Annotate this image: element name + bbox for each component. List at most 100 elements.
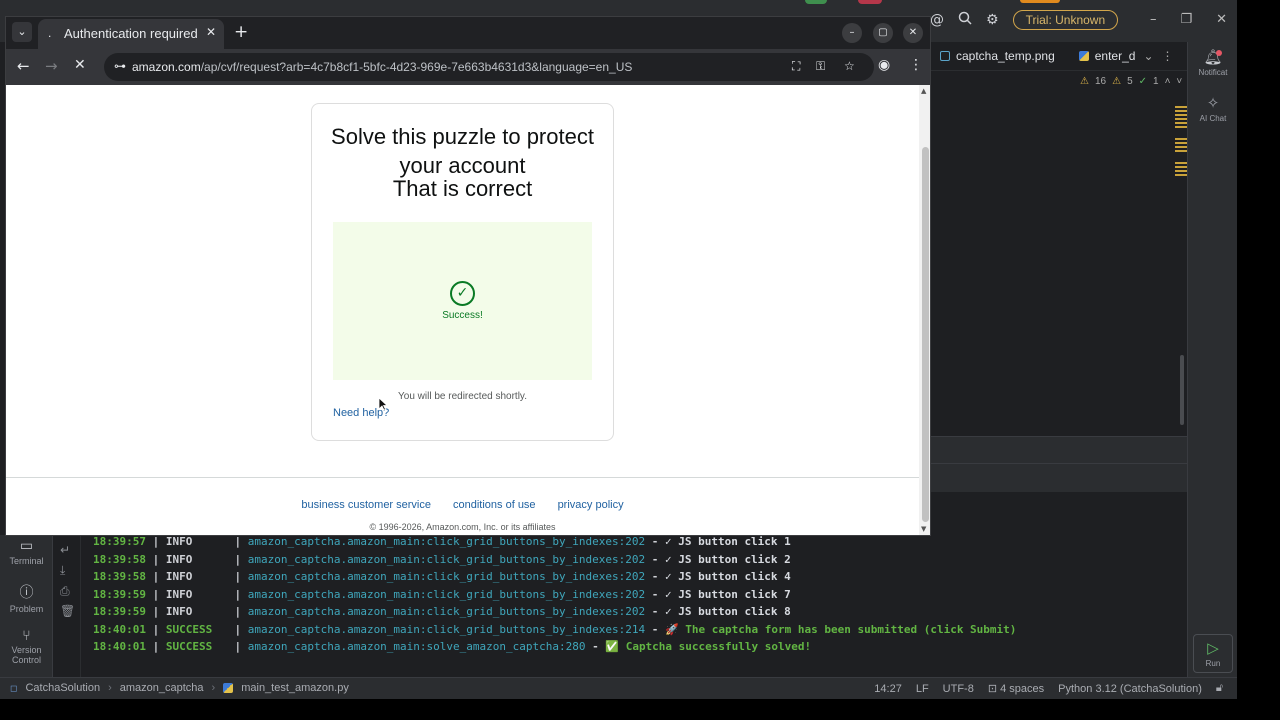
breadcrumb-file[interactable]: main_test_amazon.py [241, 682, 349, 694]
ide-top-indicator [1020, 0, 1060, 3]
terminal-label: Terminal [9, 556, 44, 566]
terminal-button[interactable]: ▭ Terminal [0, 537, 53, 566]
log-line: 18:39:58 | INFO | amazon_captcha.amazon_… [93, 570, 791, 583]
copyright: © 1996-2026, Amazon.com, Inc. or its aff… [369, 522, 556, 532]
editor-area[interactable] [930, 70, 1187, 435]
branch-icon: ⑂ [22, 627, 31, 643]
problems-label: Problem [9, 604, 44, 614]
trash-icon[interactable]: 🗑︎ [60, 604, 75, 618]
trial-badge[interactable]: Trial: Unknown [1012, 10, 1119, 30]
right-tool-bar: 🔔︎ Notificat ✧ AI Chat ▷ Run [1187, 42, 1237, 677]
translate-icon[interactable]: ⛶ [792, 59, 800, 74]
address-bar[interactable]: ⊶ amazon.com/ap/cvf/request?arb=4c7b8cf1… [104, 53, 874, 81]
browser-toolbar: ← → ✕ ⊶ amazon.com/ap/cvf/request?arb=4c… [6, 49, 930, 85]
log-line: 18:39:59 | INFO | amazon_captcha.amazon_… [93, 605, 791, 618]
tab-title: Authentication required [64, 26, 198, 41]
page-viewport[interactable]: Solve this puzzle to protect your accoun… [6, 85, 919, 535]
gear-icon[interactable]: ⚙ [986, 12, 999, 28]
indent-icon: ⊡ [987, 683, 1001, 695]
scrollbar-thumb[interactable] [922, 147, 929, 522]
tab-enter-d[interactable]: enter_d [1078, 49, 1135, 63]
more-icon[interactable]: ⋮ [1162, 49, 1174, 63]
bookmark-star-icon[interactable]: ☆ [844, 59, 855, 73]
file-encoding[interactable]: UTF-8 [943, 683, 974, 695]
close-tab-icon[interactable]: ✕ [206, 25, 216, 39]
ide-status-bar: ◻ CatchaSolution › amazon_captcha › main… [0, 677, 1237, 699]
lock-icon[interactable]: 🔓︎ [1216, 682, 1223, 695]
ai-chat-label: AI Chat [1199, 114, 1227, 123]
tabs-dropdown-icon[interactable]: ⌄ [1143, 49, 1153, 63]
back-button[interactable]: ← [17, 57, 30, 75]
line-separator[interactable]: LF [916, 683, 929, 695]
ide-maximize-button[interactable]: ❐ [1181, 12, 1193, 27]
plus-icon: + [234, 22, 249, 42]
notifications-button[interactable]: 🔔︎ Notificat [1188, 48, 1238, 77]
forward-button[interactable]: → [45, 57, 58, 75]
log-line: 18:39:58 | INFO | amazon_captcha.amazon_… [93, 552, 791, 566]
scroll-to-end-icon[interactable]: ⤓ [60, 563, 65, 578]
site-info-icon[interactable]: ⊶ [114, 59, 126, 73]
footer-links: business customer service conditions of … [6, 499, 919, 511]
notifications-label: Notificat [1198, 68, 1228, 77]
soft-wrap-icon[interactable]: ↵ [60, 543, 70, 557]
log-line: 18:40:01 | SUCCESS | amazon_captcha.amaz… [93, 622, 1017, 636]
success-panel: ✓ Success! [333, 222, 592, 380]
python-file-icon [223, 683, 234, 693]
weak-warning-icon: ⚠ [1112, 76, 1122, 87]
footer-link-conditions[interactable]: conditions of use [453, 499, 536, 511]
chevron-up-icon[interactable]: ˄ [1165, 76, 1171, 87]
interpreter[interactable]: Python 3.12 (CatchaSolution) [1058, 683, 1202, 695]
check-icon: ✓ [1138, 76, 1148, 87]
ide-minimize-button[interactable]: – [1150, 12, 1157, 27]
scroll-up-icon[interactable]: ▲ [921, 87, 926, 95]
new-tab-button[interactable]: + [234, 22, 248, 42]
footer-link-privacy[interactable]: privacy policy [558, 499, 624, 511]
log-line: 18:40:01 | SUCCESS | amazon_captcha.amaz… [93, 640, 812, 653]
inspection-widget[interactable]: ⚠ 16 ⚠ 5 ✓ 1 ˄ ˅ [1080, 76, 1182, 87]
footer-link-business[interactable]: business customer service [301, 499, 431, 511]
screen-border [0, 699, 1280, 720]
chevron-down-icon[interactable]: ˅ [1176, 76, 1182, 87]
browser-tab[interactable]: . Authentication required ✕ [38, 19, 224, 49]
editor-tabs: captcha_temp.png enter_d ⌄ ⋮ [930, 42, 1187, 70]
search-icon[interactable] [958, 11, 972, 29]
version-control-label: Version Control [11, 645, 42, 665]
url-host: amazon.com [132, 60, 201, 74]
tab-strip: ⌄ . Authentication required ✕ + – ▢ ✕ [6, 17, 930, 49]
version-control-button[interactable]: ⑂ Version Control [0, 627, 53, 665]
scroll-down-icon[interactable]: ▼ [921, 525, 926, 533]
run-button[interactable]: ▷ Run [1193, 634, 1233, 673]
menu-icon[interactable]: ⋮ [909, 57, 923, 73]
minimize-button[interactable]: – [842, 23, 862, 43]
ide-close-button[interactable]: ✕ [1216, 12, 1227, 27]
tab-search-button[interactable]: ⌄ [12, 22, 32, 42]
captcha-card: Solve this puzzle to protect your accoun… [311, 103, 614, 441]
bell-icon: 🔔︎ [1203, 49, 1223, 66]
profile-icon[interactable]: ◉ [878, 57, 890, 73]
key-icon[interactable]: ⚿ [816, 59, 825, 74]
close-window-button[interactable]: ✕ [903, 23, 923, 43]
caret-position[interactable]: 14:27 [874, 683, 902, 695]
mouse-cursor-icon [378, 397, 388, 411]
ai-chat-icon: ✧ [1206, 95, 1220, 112]
breadcrumb-project[interactable]: CatchaSolution [25, 682, 100, 694]
print-icon[interactable]: ⎙ [60, 584, 70, 599]
stop-loading-button[interactable]: ✕ [74, 57, 86, 73]
maximize-button[interactable]: ▢ [873, 23, 893, 43]
problems-button[interactable]: ⓘ Problem [0, 582, 53, 614]
page-title: Solve this puzzle to protect your accoun… [331, 124, 594, 178]
breadcrumb-package[interactable]: amazon_captcha [120, 682, 204, 694]
editor-scrollbar[interactable] [1180, 355, 1184, 425]
log-line: 18:39:59 | INFO | amazon_captcha.amazon_… [93, 587, 791, 601]
terminal-icon: ▭ [19, 537, 34, 553]
tab-captcha-temp[interactable]: captcha_temp.png [940, 49, 1055, 63]
result-heading: That is correct [392, 176, 533, 201]
ai-chat-button[interactable]: ✧ AI Chat [1188, 94, 1238, 123]
tab-label: captcha_temp.png [956, 49, 1055, 63]
screen-border [1237, 0, 1280, 720]
spiral-icon[interactable]: @ [930, 12, 944, 28]
indent-setting[interactable]: ⊡ 4 spaces [988, 682, 1044, 695]
run-console[interactable]: 18:39:57 | INFO | amazon_captcha.amazon_… [82, 535, 1186, 677]
page-scrollbar[interactable]: ▲ ▼ [919, 85, 930, 535]
url-text[interactable]: amazon.com/ap/cvf/request?arb=4c7b8cf1-5… [132, 60, 632, 74]
